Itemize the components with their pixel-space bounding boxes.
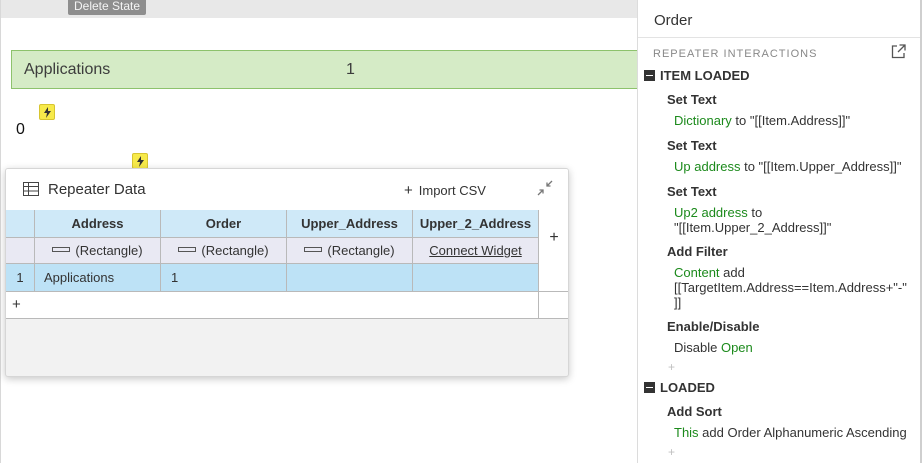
action-text: "[[Item.Upper_2_Address]]" — [674, 220, 832, 235]
widget-name: (Rectangle) — [201, 243, 269, 258]
action-text: [[TargetItem.Address==Item.Address+"-" — [674, 280, 907, 295]
collapse-event-icon[interactable] — [644, 382, 655, 393]
section-label: REPEATER INTERACTIONS — [653, 48, 818, 60]
action-text: Disable — [674, 340, 721, 355]
widget-selector-order[interactable]: (Rectangle) — [161, 238, 287, 264]
column-header-order[interactable]: Order — [161, 210, 287, 238]
data-cell[interactable] — [413, 264, 539, 292]
widget-row: (Rectangle) (Rectangle) (Rectangle) Conn… — [6, 238, 568, 264]
action-set-text[interactable]: Set Text — [667, 138, 717, 153]
action-text: ]] — [674, 295, 682, 310]
import-csv-button[interactable]: + Import CSV — [404, 182, 486, 199]
divider — [638, 37, 922, 38]
canvas-area: Delete State Applications 1 0 Repeater D… — [0, 0, 638, 463]
open-external-icon[interactable] — [891, 44, 906, 64]
action-target: Dictionary — [674, 113, 732, 128]
table-icon — [23, 182, 39, 201]
column-header-upper-2-address[interactable]: Upper_2_Address — [413, 210, 539, 238]
action-detail[interactable]: Content add [[TargetItem.Address==Item.Ad… — [674, 265, 907, 310]
action-set-text[interactable]: Set Text — [667, 184, 717, 199]
action-detail[interactable]: Up2 address to "[[Item.Upper_2_Address]]" — [674, 205, 831, 235]
connect-widget-link[interactable]: Connect Widget — [429, 243, 522, 258]
rectangle-icon — [52, 247, 71, 253]
corner-cell — [6, 210, 35, 238]
widget-selector-upper-address[interactable]: (Rectangle) — [287, 238, 413, 264]
address-text: Applications — [24, 61, 111, 78]
widget-name: (Rectangle) — [327, 243, 395, 258]
plus-icon: + — [404, 182, 413, 199]
panel-title: Order — [654, 12, 693, 29]
action-add-sort[interactable]: Add Sort — [667, 404, 722, 419]
action-add-filter[interactable]: Add Filter — [667, 244, 728, 259]
collapse-icon[interactable] — [537, 180, 553, 201]
order-text: 1 — [346, 61, 355, 78]
repeater-data-header: Repeater Data + Import CSV — [6, 169, 568, 210]
connect-widget-cell: Connect Widget — [413, 238, 539, 264]
data-cell[interactable]: Applications — [35, 264, 161, 292]
action-text: to — [747, 205, 763, 220]
event-item-loaded[interactable]: ITEM LOADED — [660, 68, 750, 83]
repeater-item-row[interactable]: Applications 1 — [11, 50, 638, 89]
action-target: Up address — [674, 159, 741, 174]
action-text: to "[[Item.Upper_Address]]" — [740, 159, 902, 174]
action-enable-disable[interactable]: Enable/Disable — [667, 319, 759, 334]
add-row: + — [6, 292, 568, 319]
import-csv-label: Import CSV — [418, 183, 486, 198]
empty-cell — [539, 264, 568, 292]
action-detail[interactable]: Disable Open — [674, 340, 753, 355]
action-target: Content — [674, 265, 720, 280]
interaction-bolt-icon[interactable] — [132, 153, 148, 169]
action-set-text[interactable]: Set Text — [667, 92, 717, 107]
widget-name: (Rectangle) — [75, 243, 143, 258]
repeater-data-title: Repeater Data — [48, 181, 146, 198]
action-detail[interactable]: Dictionary to "[[Item.Address]]" — [674, 113, 850, 128]
widget-row-corner — [6, 238, 35, 264]
event-loaded[interactable]: LOADED — [660, 380, 715, 395]
interaction-bolt-icon[interactable] — [39, 104, 55, 120]
action-target: Up2 address — [674, 205, 748, 220]
rectangle-icon — [178, 247, 197, 253]
column-header-upper-address[interactable]: Upper_Address — [287, 210, 413, 238]
rectangle-icon — [304, 247, 323, 253]
delete-state-button[interactable]: Delete State — [68, 0, 147, 15]
widget-selector-address[interactable]: (Rectangle) — [35, 238, 161, 264]
header-row: Address Order Upper_Address Upper_2_Addr… — [6, 210, 568, 266]
data-cell[interactable]: 1 — [161, 264, 287, 292]
data-cell[interactable] — [287, 264, 413, 292]
action-text: add Order Alphanumeric Ascending — [698, 425, 907, 440]
row-index: 1 — [6, 264, 35, 292]
empty-cell — [539, 292, 568, 319]
action-detail[interactable]: Up address to "[[Item.Upper_Address]]" — [674, 159, 901, 174]
action-text: to "[[Item.Address]]" — [731, 113, 851, 128]
action-detail[interactable]: This add Order Alphanumeric Ascending — [674, 425, 907, 440]
column-header-address[interactable]: Address — [35, 210, 161, 238]
counter-text: 0 — [16, 121, 25, 138]
add-action-button[interactable]: + — [668, 445, 675, 459]
action-target: Open — [720, 340, 753, 355]
table-row[interactable]: 1 Applications 1 — [6, 264, 568, 292]
add-row-button[interactable]: + — [6, 292, 539, 319]
repeater-data-panel: Repeater Data + Import CSV Address Order … — [5, 168, 569, 377]
interactions-panel: Order REPEATER INTERACTIONS ITEM LOADED … — [637, 0, 922, 463]
add-action-button[interactable]: + — [668, 360, 675, 374]
action-text: add — [719, 265, 745, 280]
action-target: This — [674, 425, 699, 440]
collapse-event-icon[interactable] — [644, 70, 655, 81]
